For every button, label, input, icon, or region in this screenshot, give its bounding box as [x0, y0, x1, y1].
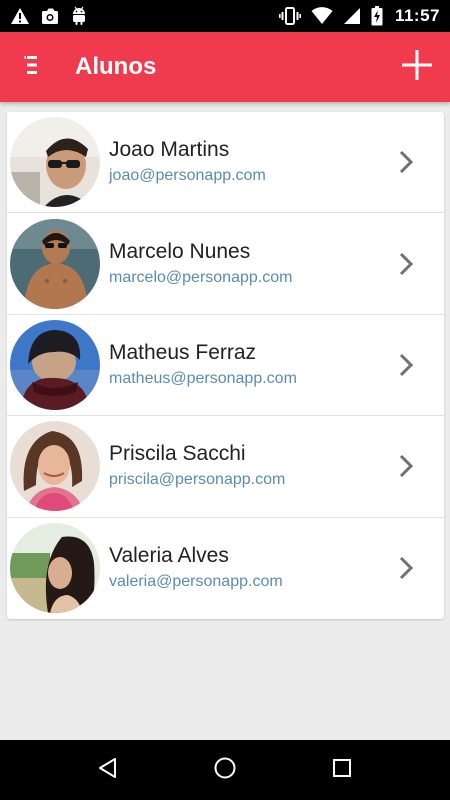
chevron-right-icon	[386, 142, 426, 182]
item-text: Joao Martins joao@personapp.com	[109, 137, 386, 187]
avatar	[10, 218, 100, 309]
student-email: joao@personapp.com	[109, 167, 266, 185]
avatar	[10, 319, 100, 410]
student-email: marcelo@personapp.com	[109, 268, 293, 286]
student-name: Priscila Sacchi	[109, 442, 246, 466]
app-bar: Alunos	[0, 32, 450, 102]
status-time: 11:57	[394, 6, 440, 25]
back-button[interactable]	[78, 740, 138, 800]
item-text: Priscila Sacchi priscila@personapp.com	[109, 441, 386, 491]
item-text: Marcelo Nunes marcelo@personapp.com	[109, 239, 386, 289]
item-text: Valeria Alves valeria@personapp.com	[109, 543, 386, 593]
list-item[interactable]: Matheus Ferraz matheus@personapp.com	[7, 315, 444, 417]
chevron-right-icon	[386, 244, 426, 284]
photo-icon	[40, 7, 60, 25]
list-item[interactable]: Priscila Sacchi priscila@personapp.com	[7, 416, 444, 518]
page-title: Alunos	[75, 53, 157, 80]
status-right-icons: 11:57	[278, 6, 440, 26]
chevron-right-icon	[386, 548, 426, 588]
chevron-right-icon	[386, 446, 426, 486]
recents-icon	[331, 757, 353, 784]
battery-icon	[371, 6, 383, 26]
list-item[interactable]: Joao Martins joao@personapp.com	[7, 112, 444, 214]
back-icon	[96, 756, 120, 785]
item-text: Matheus Ferraz matheus@personapp.com	[109, 340, 386, 390]
recents-button[interactable]	[312, 740, 372, 800]
home-icon	[213, 756, 237, 785]
android-icon	[70, 6, 88, 26]
wifi-icon	[311, 7, 333, 25]
menu-button[interactable]	[0, 32, 62, 102]
list-item[interactable]: Marcelo Nunes marcelo@personapp.com	[7, 213, 444, 315]
warning-icon	[10, 7, 30, 25]
student-name: Valeria Alves	[109, 544, 229, 568]
plus-icon	[401, 49, 433, 86]
avatar	[10, 523, 100, 614]
list-item[interactable]: Valeria Alves valeria@personapp.com	[7, 518, 444, 619]
vibrate-icon	[278, 7, 301, 25]
avatar	[10, 117, 100, 208]
avatar	[10, 421, 100, 512]
status-bar: 11:57	[0, 0, 450, 32]
home-button[interactable]	[195, 740, 255, 800]
menu-icon	[23, 54, 39, 80]
student-name: Marcelo Nunes	[109, 239, 251, 263]
student-name: Matheus Ferraz	[109, 340, 257, 364]
screen: 11:57 Alunos Joao Martins joao@personapp…	[0, 0, 450, 800]
student-email: matheus@personapp.com	[109, 369, 297, 387]
chevron-right-icon	[386, 345, 426, 385]
student-name: Joao Martins	[109, 138, 230, 162]
status-left-icons	[10, 6, 88, 26]
student-email: valeria@personapp.com	[109, 573, 283, 591]
student-list: Joao Martins joao@personapp.com Marcelo …	[7, 112, 444, 619]
student-email: priscila@personapp.com	[109, 471, 286, 489]
signal-icon	[343, 7, 361, 25]
add-student-button[interactable]	[384, 32, 450, 102]
navigation-bar	[0, 740, 450, 800]
